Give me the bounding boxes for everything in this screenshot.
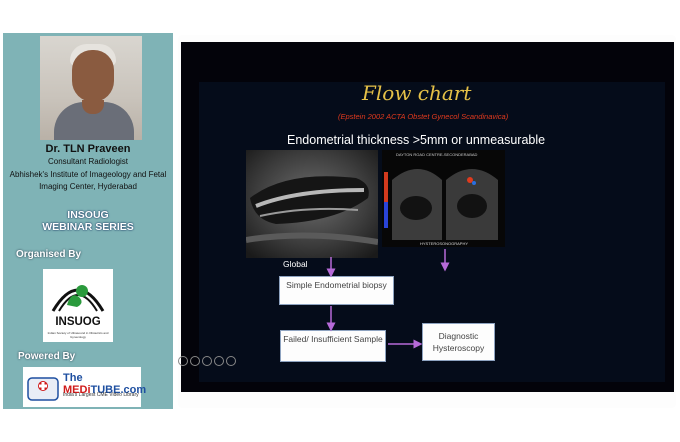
speaker-photo xyxy=(40,36,142,140)
slide-toolbar xyxy=(178,356,236,370)
ultrasound-image-global xyxy=(246,150,378,258)
organised-by-label: Organised By xyxy=(16,249,82,260)
insuog-logo-subtitle: Indian Society of Ultrasound in Obstetri… xyxy=(47,331,109,339)
series-line-2: WEBINAR SERIES xyxy=(42,221,134,233)
insuog-logo[interactable]: INSUOG Indian Society of Ultrasound in O… xyxy=(43,269,113,342)
sidebar: Dr. TLN Praveen Consultant Radiologist A… xyxy=(3,33,173,409)
slide-title: Flow chart xyxy=(362,81,472,105)
prev-icon[interactable] xyxy=(178,356,188,366)
powered-by-label: Powered By xyxy=(18,351,76,362)
meditube-logo[interactable]: The MEDiTUBE.com India's Largest CME Vid… xyxy=(23,367,146,407)
svg-text:HYSTEROSONOGRAPHY: HYSTEROSONOGRAPHY xyxy=(420,241,468,246)
label-global: Global xyxy=(283,259,308,269)
ultrasound-image-hysterosonography: DAYTON ROAD CENTRE-SECONDERABAD HYSTEROS… xyxy=(382,150,505,247)
slide-citation: (Epstein 2002 ACTA Obstet Gynecol Scandi… xyxy=(338,112,509,121)
webinar-series-title: INSOUG WEBINAR SERIES xyxy=(3,209,173,233)
svg-text:DAYTON ROAD CENTRE-SECONDERABA: DAYTON ROAD CENTRE-SECONDERABAD xyxy=(396,152,478,157)
speaker-institution: Abhishek's Institute of Imageology and F… xyxy=(9,170,167,191)
flow-box-biopsy: Simple Endometrial biopsy xyxy=(279,276,394,305)
meditube-mascot-icon xyxy=(27,377,59,401)
pen-icon[interactable] xyxy=(190,356,200,366)
speaker-role: Consultant Radiologist xyxy=(47,157,129,166)
flow-box-failed-sample: Failed/ Insufficient Sample xyxy=(280,330,386,362)
flow-box-hysteroscopy: Diagnostic Hysteroscopy xyxy=(422,323,495,361)
zoom-icon[interactable] xyxy=(202,356,212,366)
menu-icon[interactable] xyxy=(214,356,224,366)
next-icon[interactable] xyxy=(226,356,236,366)
series-line-1: INSOUG xyxy=(67,209,109,221)
meditube-tagline: India's Largest CME Video Library xyxy=(63,392,139,398)
slide-criterion: Endometrial thickness >5mm or unmeasurab… xyxy=(287,133,546,147)
insuog-logo-text: INSUOG xyxy=(55,316,101,328)
fetus-logo-icon xyxy=(51,285,105,312)
speaker-name: Dr. TLN Praveen xyxy=(45,143,131,155)
